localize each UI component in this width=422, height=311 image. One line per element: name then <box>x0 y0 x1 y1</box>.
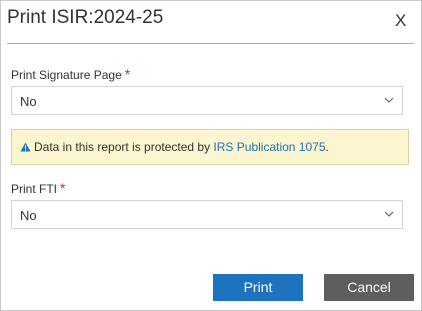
notice-period: . <box>325 140 329 154</box>
fti-select[interactable]: No <box>11 200 403 229</box>
notice-text: Data in this report is protected by <box>34 140 214 154</box>
title-divider <box>7 43 414 44</box>
print-isir-dialog: Print ISIR:2024-25 X Print Signature Pag… <box>0 0 422 311</box>
close-button[interactable]: X <box>395 11 406 31</box>
cancel-button[interactable]: Cancel <box>324 274 414 301</box>
fti-value: No <box>20 208 37 223</box>
required-marker: * <box>124 66 131 82</box>
irs-publication-link[interactable]: IRS Publication 1075 <box>213 140 325 154</box>
chevron-down-icon <box>384 211 394 217</box>
warning-icon <box>20 142 31 152</box>
irs-notice: Data in this report is protected by IRS … <box>11 129 409 165</box>
fti-label-text: Print FTI <box>11 182 58 196</box>
signature-page-label: Print Signature Page * <box>11 66 130 82</box>
signature-page-label-text: Print Signature Page <box>11 68 122 82</box>
dialog-title: Print ISIR:2024-25 <box>7 7 164 28</box>
fti-label: Print FTI * <box>11 180 65 196</box>
print-button[interactable]: Print <box>213 274 303 301</box>
required-marker: * <box>60 180 66 196</box>
signature-page-select[interactable]: No <box>11 86 403 115</box>
chevron-down-icon <box>384 97 394 103</box>
signature-page-value: No <box>20 94 37 109</box>
